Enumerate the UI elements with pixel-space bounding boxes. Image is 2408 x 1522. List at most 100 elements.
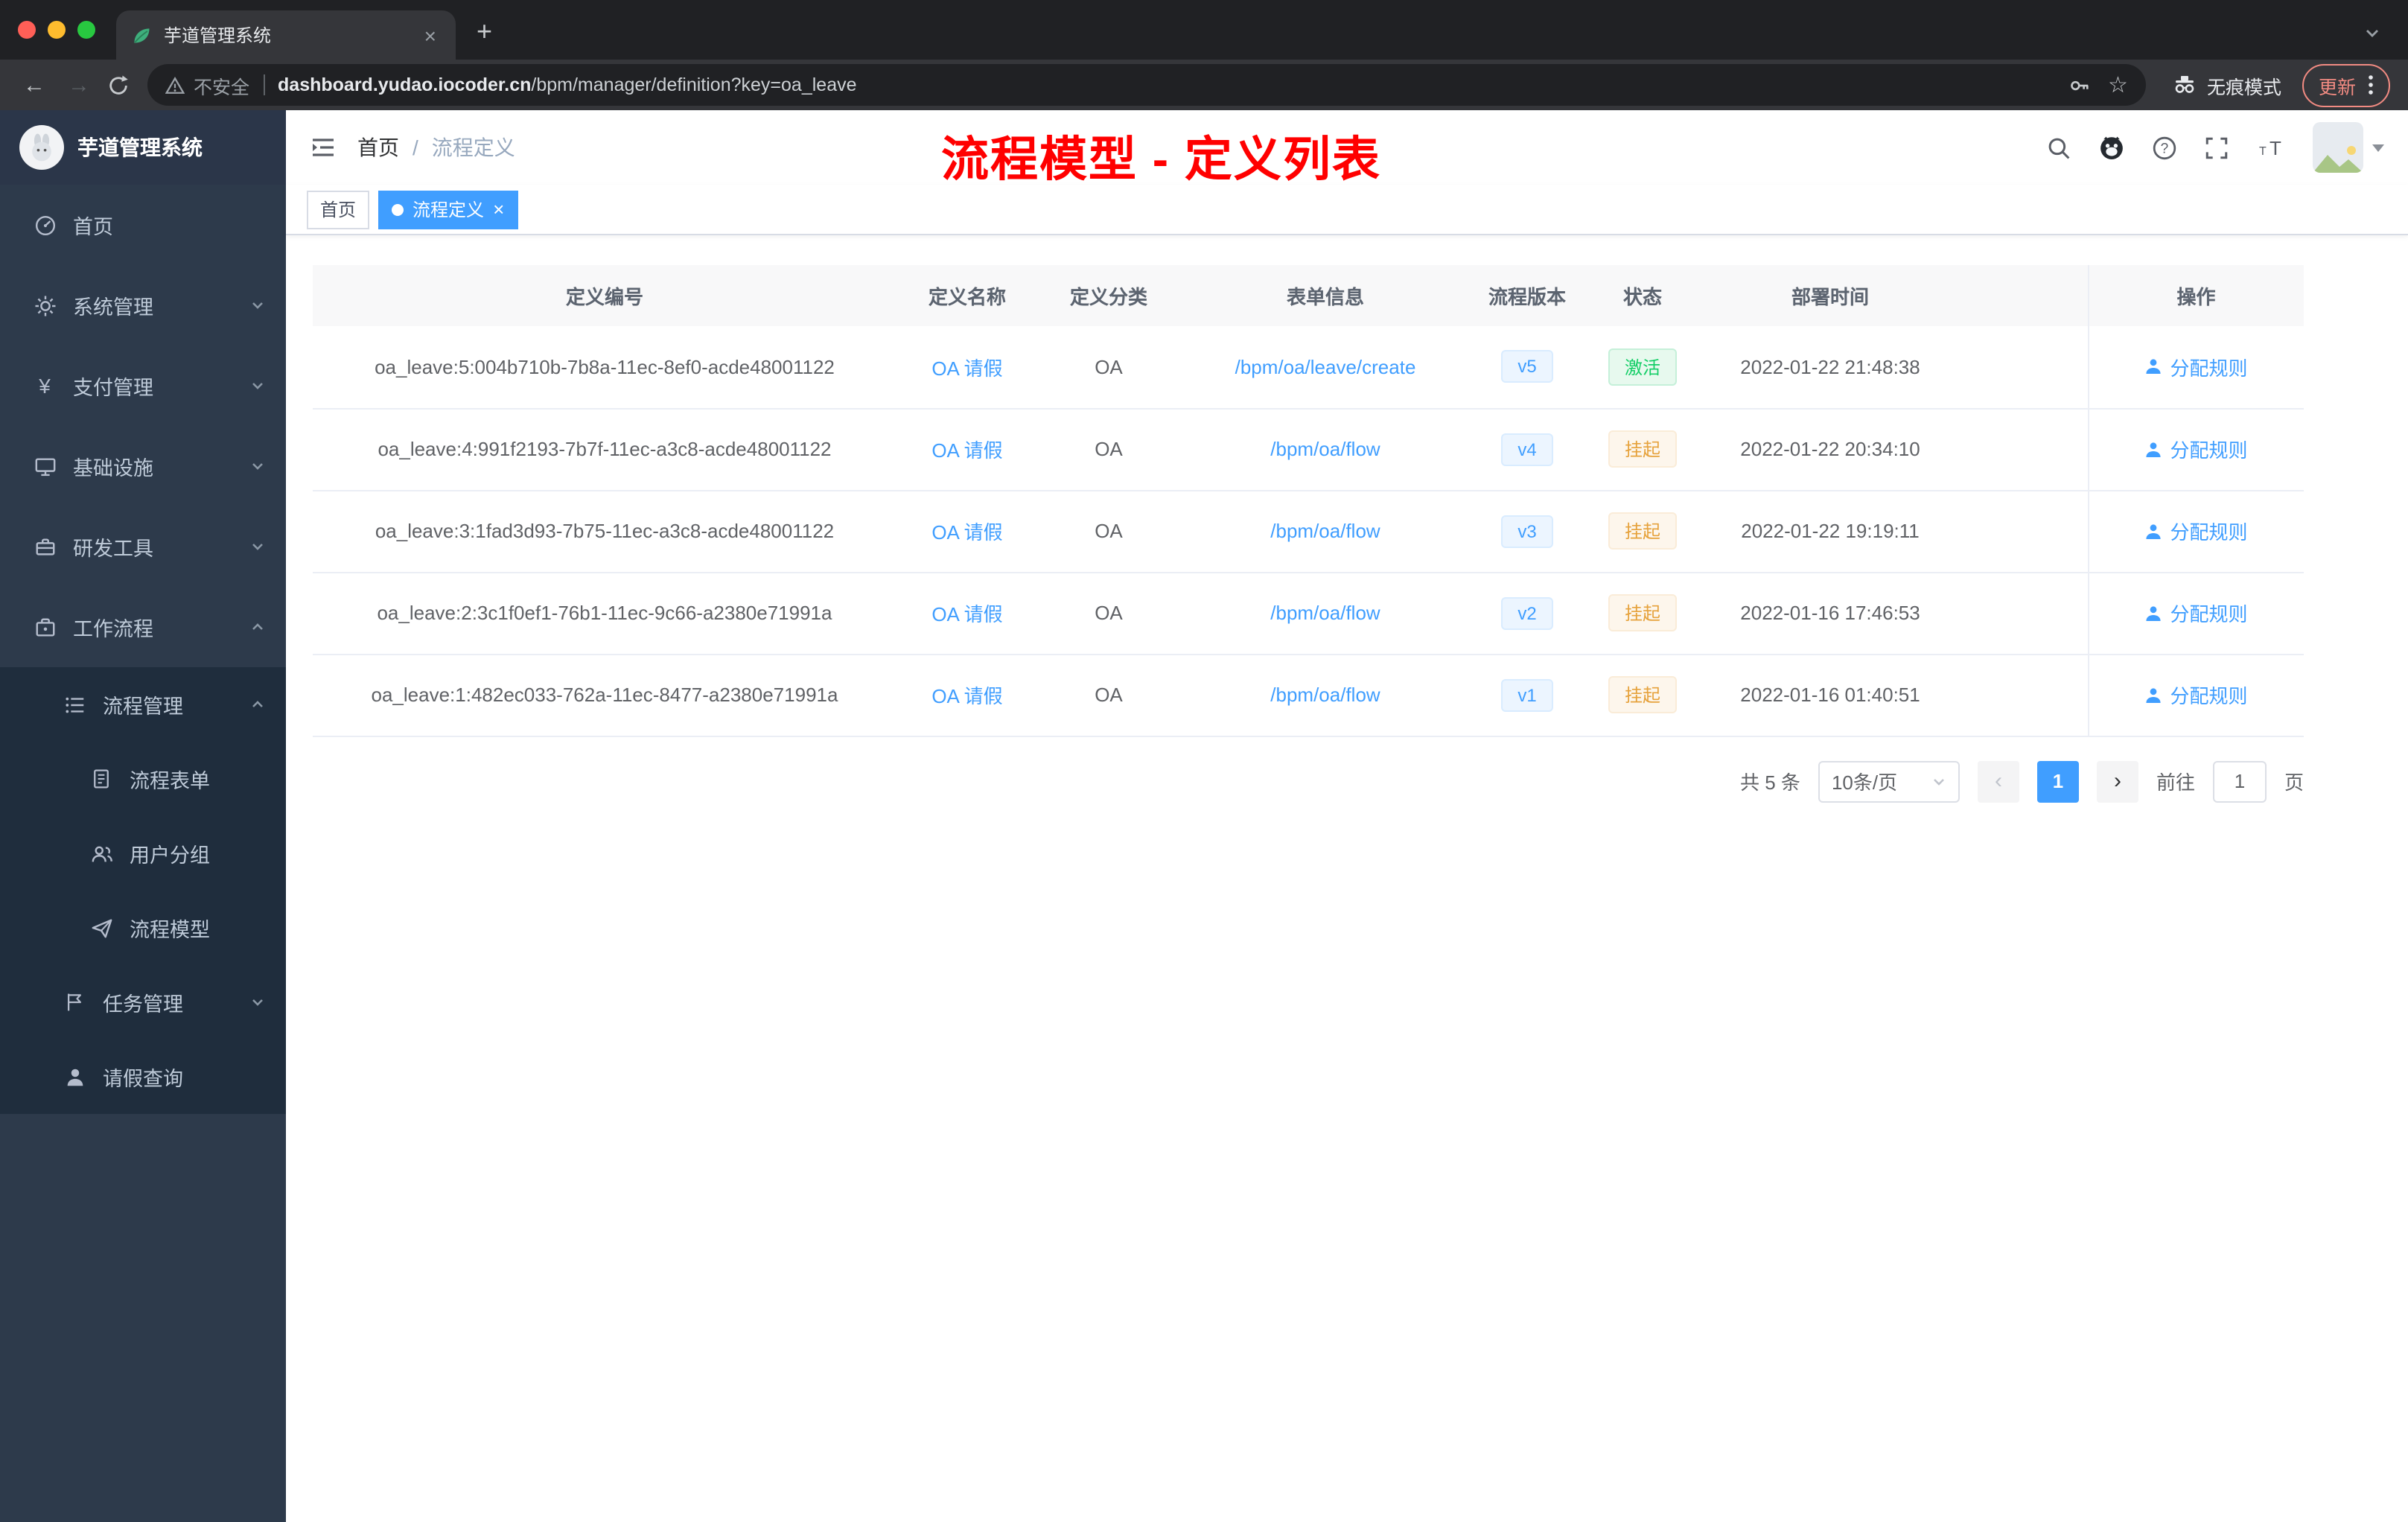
sidebar-item-task-management[interactable]: 任务管理 [0,965,286,1039]
assign-rule-link[interactable]: 分配规则 [2144,517,2248,545]
sidebar-item-process-form[interactable]: 流程表单 [0,742,286,816]
tags-view-bar: 首页 流程定义 × [286,185,2408,235]
version-badge: v5 [1501,350,1553,383]
font-size-icon[interactable]: TT [2256,136,2286,159]
search-icon[interactable] [2046,135,2071,160]
definition-name-link[interactable]: OA 请假 [931,685,1002,707]
fullscreen-icon[interactable] [2204,135,2229,160]
sidebar-item-system[interactable]: 系统管理 [0,265,286,346]
avatar-image [2313,122,2363,173]
chevron-down-icon [250,378,265,393]
monitor-icon [33,454,57,478]
window-minimize-button[interactable] [48,21,66,39]
browser-tab-strip: 芋道管理系统 × + [0,0,2408,60]
next-page-button[interactable]: › [2096,760,2138,802]
chevron-up-icon [250,697,265,712]
omnibox-divider [263,74,265,95]
sidebar-item-process-management[interactable]: 流程管理 [0,667,286,742]
brand-avatar [19,125,64,170]
cell-deploy-time: 2022-01-22 19:19:11 [1702,490,1958,573]
sidebar-item-label: 工作流程 [73,618,153,640]
definition-name-link[interactable]: OA 请假 [931,603,1002,625]
tag-home[interactable]: 首页 [307,190,370,229]
window-close-button[interactable] [18,21,36,39]
github-icon[interactable] [2098,134,2125,161]
prev-page-button[interactable]: ‹ [1977,760,2019,802]
sidebar-item-leave-query[interactable]: 请假查询 [0,1039,286,1114]
goto-label: 前往 [2156,771,2195,794]
sidebar-item-home[interactable]: 首页 [0,185,286,265]
tag-process-definition[interactable]: 流程定义 × [378,190,518,229]
definition-name-link[interactable]: OA 请假 [931,439,1002,462]
column-header-deploy-time: 部署时间 [1702,265,1958,326]
sidebar-item-workflow[interactable]: 工作流程 [0,587,286,667]
sidebar-item-label: 流程表单 [130,770,210,792]
assign-rule-label: 分配规则 [2170,357,2248,380]
page-number-1[interactable]: 1 [2036,760,2079,802]
browser-window: 芋道管理系统 × + ← → 不安全 dashboard.yudao.iocod… [0,0,2408,1522]
cell-definition-id: oa_leave:2:3c1f0ef1-76b1-11ec-9c66-a2380… [313,572,896,655]
tag-close-icon[interactable]: × [493,200,504,219]
sidebar-item-devtools[interactable]: 研发工具 [0,506,286,587]
help-icon[interactable]: ? [2152,135,2177,160]
form-link[interactable]: /bpm/oa/leave/create [1235,356,1416,378]
sidebar-logo[interactable]: 芋道管理系统 [0,110,286,185]
forward-icon[interactable]: → [63,72,95,98]
form-link[interactable]: /bpm/oa/flow [1270,438,1380,460]
chevron-down-icon [250,539,265,554]
tab-search-chevron-icon[interactable] [2363,24,2381,42]
assign-rule-link[interactable]: 分配规则 [2144,599,2248,627]
cell-definition-id: oa_leave:3:1fad3d93-7b75-11ec-a3c8-acde4… [313,490,896,573]
brand-title: 芋道管理系统 [77,136,203,159]
new-tab-button[interactable]: + [477,16,492,48]
assign-rule-link[interactable]: 分配规则 [2144,353,2248,381]
breadcrumb: 首页 / 流程定义 [357,133,515,162]
page-size-value: 10条/页 [1831,771,1898,794]
version-badge: v1 [1501,678,1553,711]
browser-tab[interactable]: 芋道管理系统 × [116,10,456,60]
gear-icon [33,293,57,317]
annotation-overlay: 流程模型 - 定义列表 [941,133,1381,186]
favicon-leaf-icon [131,25,152,45]
assign-rule-link[interactable]: 分配规则 [2144,435,2248,463]
table-row: oa_leave:3:1fad3d93-7b75-11ec-a3c8-acde4… [313,490,2304,573]
window-controls [0,21,116,60]
tag-label: 首页 [320,200,357,220]
breadcrumb-separator: / [413,136,418,159]
breadcrumb-home[interactable]: 首页 [357,133,399,162]
window-zoom-button[interactable] [77,21,95,39]
assign-rule-link[interactable]: 分配规则 [2144,681,2248,709]
status-badge: 挂起 [1608,676,1677,713]
user-avatar[interactable] [2313,122,2384,173]
sidebar-item-user-group[interactable]: 用户分组 [0,816,286,891]
update-label[interactable]: 更新 [2319,71,2356,99]
form-link[interactable]: /bpm/oa/flow [1270,684,1380,706]
tag-label: 流程定义 [413,200,485,220]
briefcase-icon [33,615,57,639]
sidebar-item-infrastructure[interactable]: 基础设施 [0,426,286,506]
tab-close-icon[interactable]: × [420,23,441,47]
reload-icon[interactable] [107,74,130,96]
toolbox-icon [33,535,57,558]
sidebar-toggle-icon[interactable] [310,134,337,161]
url-path: /bpm/manager/definition?key=oa_leave [531,74,857,95]
password-key-icon[interactable] [2068,74,2090,96]
address-bar[interactable]: 不安全 dashboard.yudao.iocoder.cn /bpm/mana… [147,64,2146,106]
sidebar-item-process-model[interactable]: 流程模型 [0,891,286,965]
sidebar-item-payment[interactable]: ¥ 支付管理 [0,346,286,426]
cell-category: OA [1038,408,1179,491]
breadcrumb-current: 流程定义 [431,136,515,159]
page-size-select[interactable]: 10条/页 [1818,760,1960,802]
goto-page-input[interactable] [2212,760,2267,802]
form-link[interactable]: /bpm/oa/flow [1270,602,1380,624]
cell-definition-id: oa_leave:4:991f2193-7b7f-11ec-a3c8-acde4… [313,408,896,491]
form-link[interactable]: /bpm/oa/flow [1270,520,1380,542]
security-label[interactable]: 不安全 [194,71,249,99]
definition-name-link[interactable]: OA 请假 [931,521,1002,544]
browser-update-button[interactable]: 更新 [2302,63,2390,106]
browser-menu-kebab-icon[interactable] [2368,74,2374,95]
back-icon[interactable]: ← [18,72,51,98]
definition-name-link[interactable]: OA 请假 [931,357,1002,380]
bookmark-star-icon[interactable]: ☆ [2108,71,2128,98]
sidebar-item-label: 流程模型 [130,919,210,941]
